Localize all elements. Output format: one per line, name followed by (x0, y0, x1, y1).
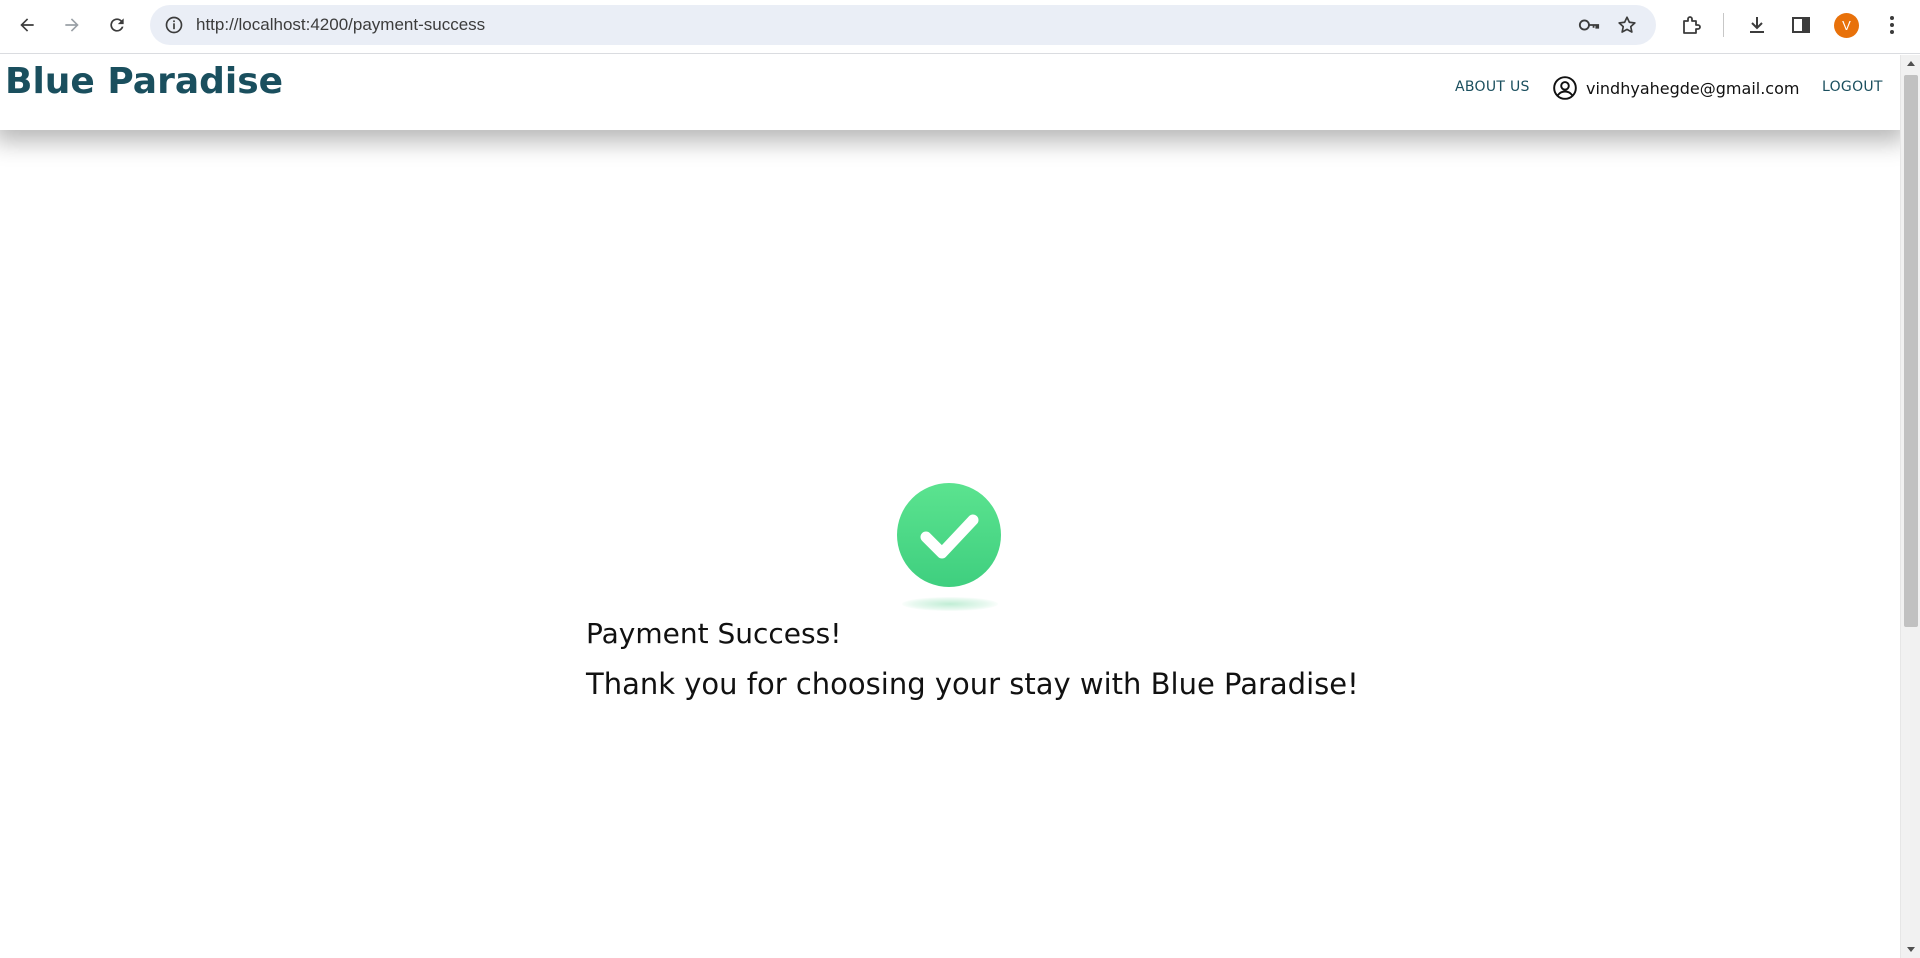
download-icon (1750, 17, 1764, 33)
reload-button[interactable] (102, 10, 132, 40)
toolbar-divider (1723, 13, 1724, 37)
scroll-down-arrow[interactable] (1907, 947, 1915, 952)
bookmark-star-icon[interactable] (1616, 14, 1638, 36)
profile-avatar[interactable]: V (1834, 13, 1859, 38)
scroll-up-arrow[interactable] (1907, 61, 1915, 66)
site-info-icon[interactable] (164, 15, 184, 35)
back-button[interactable] (12, 10, 42, 40)
back-arrow-icon (20, 18, 34, 32)
account-circle-icon (1553, 76, 1577, 100)
thank-you-message: Thank you for choosing your stay with Bl… (586, 667, 1359, 701)
page-scrollbar[interactable] (1900, 55, 1920, 958)
extensions-button[interactable] (1679, 13, 1703, 37)
browser-toolbar: http://localhost:4200/payment-success V (0, 0, 1920, 54)
forward-arrow-icon (65, 18, 79, 32)
payment-success-title: Payment Success! (586, 617, 842, 650)
user-account[interactable]: vindhyahegde@gmail.com (1552, 75, 1799, 101)
scrollbar-thumb[interactable] (1904, 75, 1918, 627)
forward-button[interactable] (57, 10, 87, 40)
app-header: Blue Paradise ABOUT US vindhyahegde@gmai… (0, 55, 1900, 130)
downloads-button[interactable] (1745, 13, 1769, 37)
url-text[interactable]: http://localhost:4200/payment-success (196, 15, 485, 35)
logout-link[interactable]: LOGOUT (1822, 79, 1883, 95)
user-email: vindhyahegde@gmail.com (1586, 78, 1800, 98)
reload-icon (110, 18, 124, 32)
address-bar[interactable]: http://localhost:4200/payment-success (150, 5, 1656, 45)
password-key-icon[interactable] (1578, 15, 1600, 35)
side-panel-button[interactable] (1789, 13, 1813, 37)
success-check-icon (897, 483, 1001, 587)
page-viewport: Blue Paradise ABOUT US vindhyahegde@gmai… (0, 55, 1900, 958)
browser-menu-button[interactable] (1882, 12, 1902, 38)
about-us-link[interactable]: ABOUT US (1455, 79, 1530, 95)
puzzle-icon (1683, 16, 1701, 34)
check-shadow (902, 597, 998, 611)
side-panel-icon (1792, 17, 1810, 33)
brand-logo[interactable]: Blue Paradise (5, 61, 283, 102)
